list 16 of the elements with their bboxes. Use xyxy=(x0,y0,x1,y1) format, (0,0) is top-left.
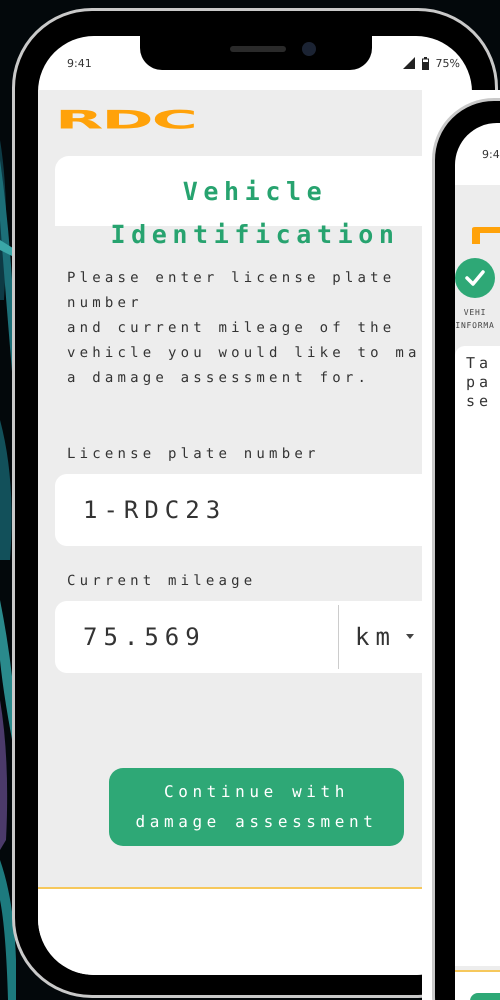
battery-icon xyxy=(422,56,429,70)
field-label: Current mileage xyxy=(67,572,256,591)
battery-percentage: 75% xyxy=(436,56,460,70)
step-label: VEHI INFORMA xyxy=(455,307,495,332)
input-field[interactable]: 75.569 km xyxy=(55,601,425,673)
input-field[interactable]: 1-RDC23 xyxy=(55,474,425,546)
card-text: Ta pa se xyxy=(466,354,494,411)
instructions-text: Please enter license plate number and current mileage of the vehicle you would like to ma a damage assessment for. xyxy=(67,269,421,388)
caret-icon xyxy=(406,634,414,640)
status-time: 9:4 xyxy=(482,148,500,160)
status-time: 9:41 xyxy=(67,56,92,70)
signal-icon xyxy=(402,57,415,69)
field-label: License plate number xyxy=(67,445,320,464)
logo: RDC xyxy=(55,108,196,134)
logo-fragment-icon xyxy=(472,227,500,244)
unit-dropdown[interactable]: km xyxy=(339,623,425,651)
